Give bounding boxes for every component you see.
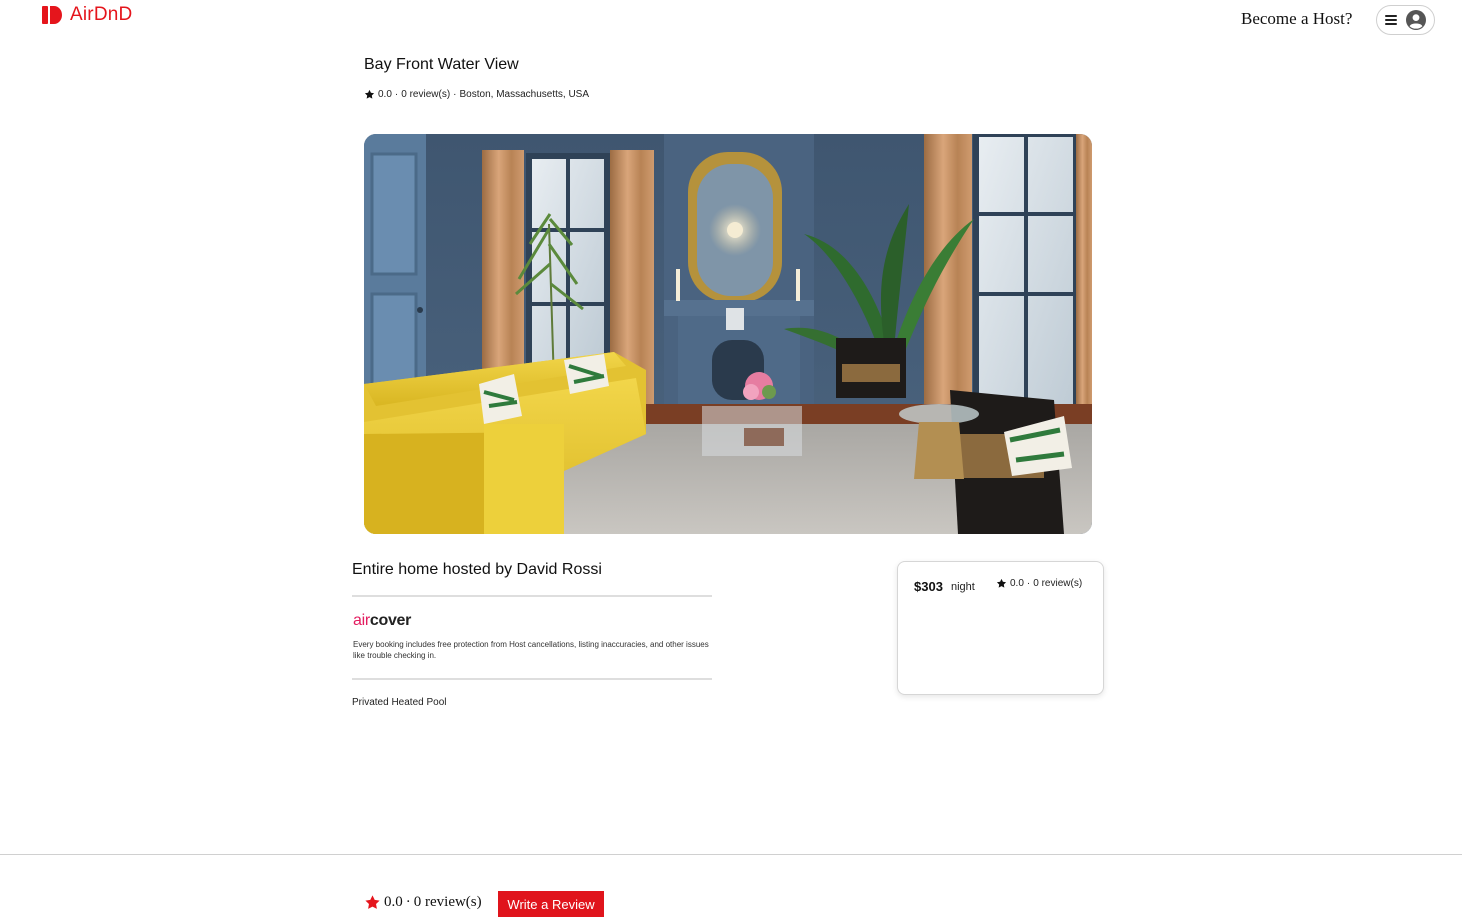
reviews-summary: 0.0 · 0 review(s) — [364, 894, 482, 911]
listing-photo[interactable] — [364, 134, 1092, 534]
star-icon — [365, 895, 380, 909]
logo-text: AirDnD — [70, 4, 133, 25]
aircover-description: Every booking includes free protection f… — [353, 640, 709, 660]
listing-location[interactable]: Boston, Massachusetts, USA — [460, 89, 590, 100]
host-heading: Entire home hosted by David Rossi — [352, 561, 602, 578]
listing-title: Bay Front Water View — [364, 56, 519, 73]
section-divider — [352, 678, 712, 680]
booking-card: $303 night 0.0 · 0 review(s) — [897, 561, 1104, 695]
aircover-cover-text: cover — [369, 612, 412, 629]
section-divider — [352, 595, 712, 597]
become-host-link[interactable]: Become a Host? — [1241, 9, 1352, 29]
listing-review-count[interactable]: 0 review(s) — [401, 89, 450, 100]
separator-dot: · — [394, 89, 399, 100]
booking-review-count: 0 review(s) — [1033, 578, 1083, 589]
hamburger-icon — [1385, 15, 1397, 25]
living-room-image — [364, 134, 1092, 534]
listing-page: AirDnD Become a Host? Bay Front Water Vi… — [0, 0, 1462, 923]
star-icon — [364, 89, 375, 99]
write-review-button[interactable]: Write a Review — [498, 891, 604, 917]
star-icon — [996, 578, 1007, 588]
listing-rating: 0.0 — [378, 89, 392, 100]
aircover-logo: aircover — [353, 612, 411, 630]
reviews-rating: 0.0 — [384, 894, 403, 910]
price-unit: night — [951, 581, 975, 593]
nightly-price: $303 — [914, 579, 943, 594]
page-divider — [0, 854, 1462, 855]
separator-dot: · — [1026, 578, 1031, 589]
user-menu-button[interactable] — [1376, 5, 1435, 35]
booking-rating: 0.0 · 0 review(s) — [996, 578, 1082, 589]
aircover-air-text: air — [353, 612, 370, 629]
listing-meta: 0.0 · 0 review(s) · Boston, Massachusett… — [364, 89, 589, 100]
booking-rating-value: 0.0 — [1010, 578, 1024, 589]
separator-dot: · — [405, 894, 411, 910]
airdnd-logo[interactable]: AirDnD — [42, 4, 132, 26]
separator-dot: · — [453, 89, 457, 100]
user-avatar-icon — [1406, 10, 1426, 30]
airdnd-logo-icon — [42, 6, 62, 24]
amenity-item: Privated Heated Pool — [352, 697, 447, 708]
reviews-count: 0 review(s) — [413, 894, 482, 910]
